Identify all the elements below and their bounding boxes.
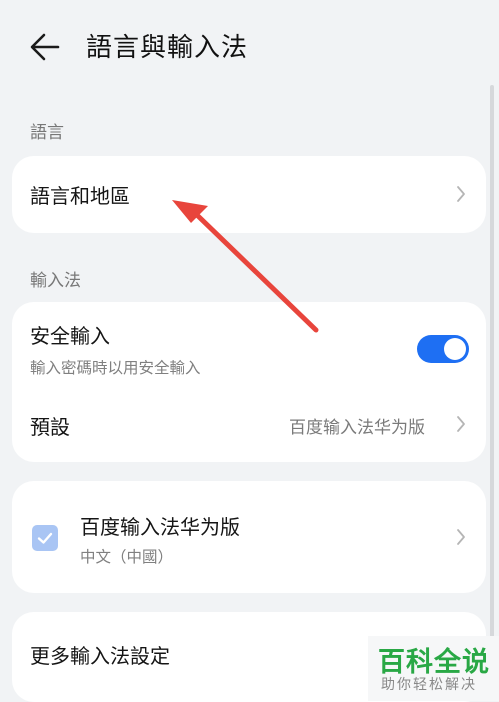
secure-input-toggle[interactable] [417,335,469,363]
ime-checkbox[interactable] [32,525,58,551]
chevron-right-icon [456,185,466,203]
page-title: 語言與輸入法 [86,33,249,63]
watermark: 百科全说 助你轻松解决 [368,636,499,701]
secure-input-label: 安全輸入 [30,324,110,348]
ime-subtitle: 中文（中國） [80,548,174,566]
language-region-label: 語言和地區 [30,184,130,208]
ime-item-baidu[interactable]: 百度输入法华为版 中文（中國） [12,481,486,593]
language-region-item[interactable]: 語言和地區 [12,156,486,233]
ime-title: 百度输入法华为版 [80,515,240,539]
checkmark-icon [37,532,53,544]
watermark-subtitle: 助你轻松解决 [381,677,477,693]
section-label-input-method: 輸入法 [30,271,81,291]
scrollbar[interactable] [490,85,494,645]
default-ime-value: 百度输入法华为版 [289,418,425,438]
back-button[interactable] [28,30,62,64]
input-method-card: 安全輸入 輸入密碼時以用安全輸入 預設 百度输入法华为版 [12,302,486,462]
section-label-language: 語言 [30,123,64,143]
arrow-left-icon [30,33,60,61]
app-header: 語言與輸入法 [0,0,499,100]
secure-input-description: 輸入密碼時以用安全輸入 [30,359,201,377]
chevron-right-icon [456,528,466,546]
chevron-right-icon [456,415,466,433]
default-ime-label: 預設 [30,415,70,439]
more-ime-settings-label: 更多輸入法設定 [30,644,170,668]
toggle-knob [444,338,466,360]
